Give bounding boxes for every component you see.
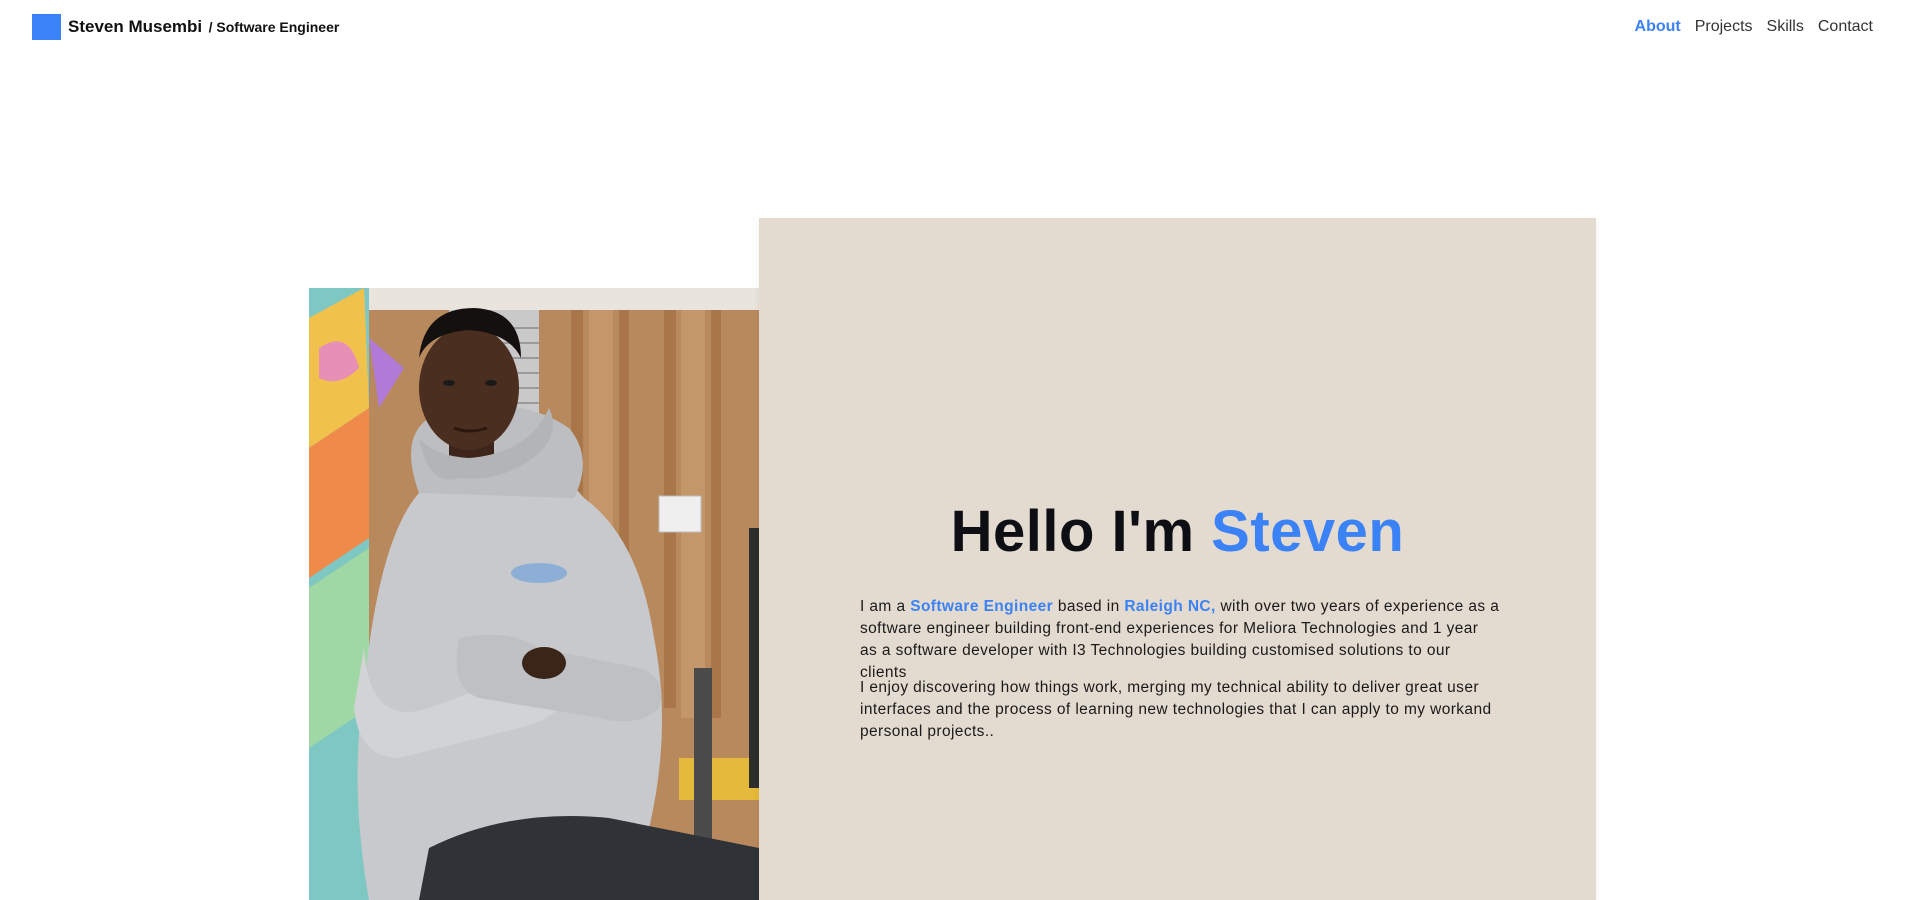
main-nav: About Projects Skills Contact [1635,18,1873,36]
nav-skills[interactable]: Skills [1767,18,1804,36]
hero-greeting: Hello I'm [950,499,1195,564]
hero-name: Steven [1211,499,1405,564]
intro-location: Raleigh NC, [1124,598,1216,615]
nav-about[interactable]: About [1635,18,1681,36]
hero-heading: Hello I'm Steven [759,498,1596,565]
profile-photo [309,288,759,900]
intro-role: Software Engineer [910,598,1054,615]
site-header: Steven Musembi / Software Engineer About… [0,0,1905,54]
brand-role: / Software Engineer [208,19,340,35]
logo-icon[interactable] [32,14,61,40]
intro-paragraph: I am a Software Engineer based in Raleig… [860,596,1500,684]
brand[interactable]: Steven Musembi / Software Engineer [68,17,339,37]
intro-prefix: I am a [860,598,906,615]
nav-projects[interactable]: Projects [1695,18,1753,36]
second-paragraph: I enjoy discovering how things work, mer… [860,679,1492,740]
intro-mid: based in [1057,598,1120,615]
nav-contact[interactable]: Contact [1818,18,1873,36]
brand-name: Steven Musembi [68,17,203,36]
intro-card: Hello I'm Steven I am a Software Enginee… [759,218,1596,900]
